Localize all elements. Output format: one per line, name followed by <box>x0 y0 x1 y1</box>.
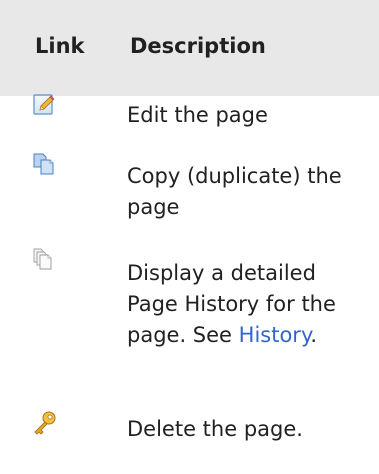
table-row: Copy (duplicate) the page <box>0 152 379 246</box>
row-description: Display a detailed Page History for the … <box>127 258 367 351</box>
header-link: Link <box>35 34 85 58</box>
table-row: Edit the page <box>0 92 379 152</box>
page-actions-table: Link Description Edit the page Copy (dup… <box>0 0 379 474</box>
copy-pages-icon[interactable] <box>32 152 58 178</box>
table-row: Display a detailed Page History for the … <box>0 246 379 408</box>
row-description: Delete the page. <box>127 417 303 441</box>
delete-key-icon[interactable] <box>32 410 58 436</box>
row-description: Copy (duplicate) the page <box>127 164 342 219</box>
row-description: Edit the page <box>127 103 268 127</box>
row-description-end: . <box>310 323 318 347</box>
table-header: Link Description <box>0 0 379 96</box>
history-link[interactable]: History <box>239 323 311 347</box>
header-description: Description <box>130 34 266 58</box>
history-pages-icon[interactable] <box>32 246 58 272</box>
table-row: Delete the page. <box>0 408 379 474</box>
edit-pencil-icon[interactable] <box>32 92 58 118</box>
